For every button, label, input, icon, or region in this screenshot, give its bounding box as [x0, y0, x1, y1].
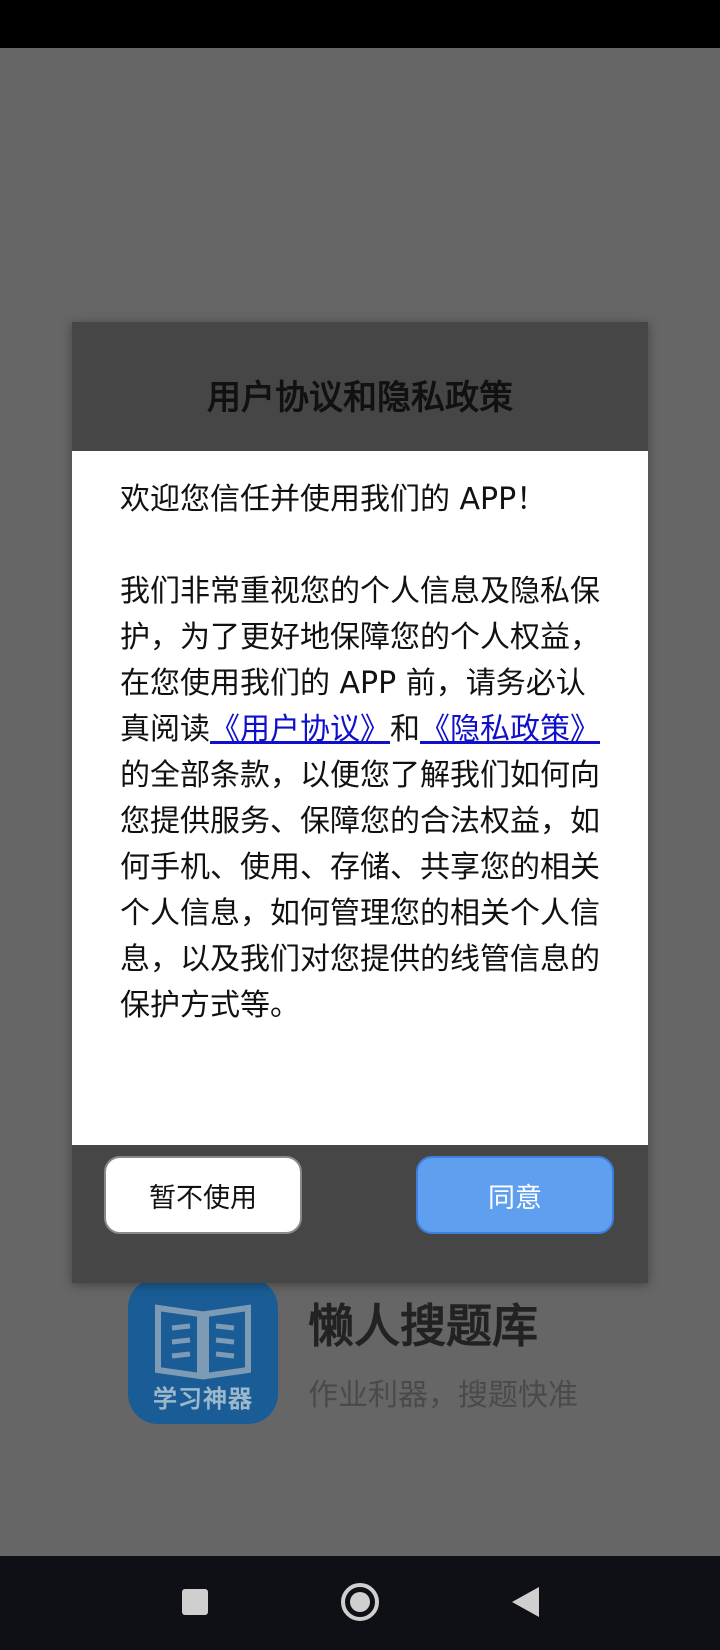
decline-button[interactable]: 暂不使用 — [104, 1156, 302, 1234]
privacy-dialog: 用户协议和隐私政策 欢迎您信任并使用我们的 APP！ 我们非常重视您的个人信息及… — [72, 322, 648, 1283]
back-icon — [512, 1587, 539, 1617]
welcome-text: 欢迎您信任并使用我们的 APP！ — [120, 482, 547, 517]
body-text-part2: 的全部条款，以便您了解我们如何向您提供服务、保障您的合法权益，如何手机、使用、存… — [120, 758, 600, 1023]
status-bar — [0, 0, 720, 48]
home-button[interactable] — [330, 1572, 390, 1632]
recent-apps-icon — [182, 1589, 208, 1615]
app-logo: 学习神器 — [128, 1278, 278, 1424]
privacy-policy-link[interactable]: 《隐私政策》 — [420, 712, 600, 747]
logo-text: 学习神器 — [153, 1385, 253, 1413]
body-text-and: 和 — [390, 712, 420, 747]
home-icon — [341, 1583, 379, 1621]
app-slogan: 作业利器，搜题快准 — [308, 1378, 578, 1413]
navigation-bar — [0, 1556, 720, 1650]
recent-apps-button[interactable] — [165, 1572, 225, 1632]
user-agreement-link[interactable]: 《用户协议》 — [210, 712, 390, 747]
app-name: 懒人搜题库 — [308, 1299, 538, 1353]
agree-button[interactable]: 同意 — [416, 1156, 614, 1234]
back-button[interactable] — [495, 1572, 555, 1632]
dialog-title: 用户协议和隐私政策 — [207, 378, 513, 418]
dialog-body: 欢迎您信任并使用我们的 APP！ 我们非常重视您的个人信息及隐私保护，为了更好地… — [72, 451, 648, 1145]
book-icon — [155, 1304, 251, 1380]
